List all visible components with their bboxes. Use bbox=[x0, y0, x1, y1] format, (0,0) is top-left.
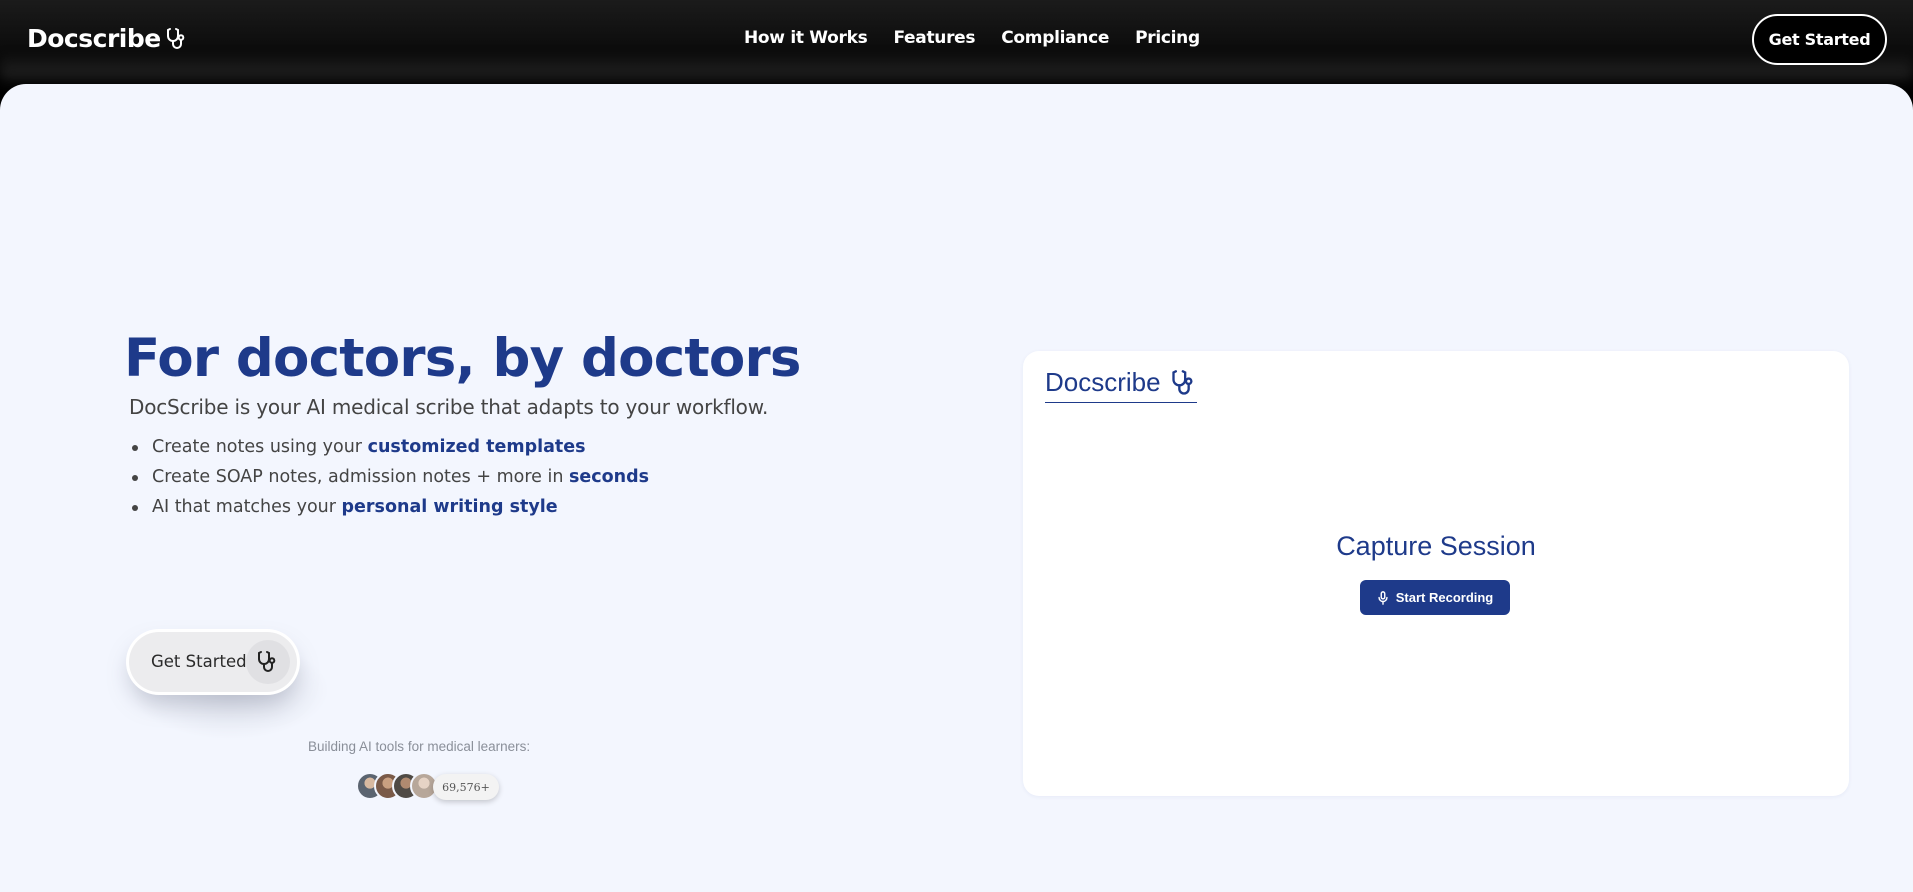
user-count-badge: 69,576+ bbox=[433, 774, 499, 800]
nav-links: How it Works Features Compliance Pricing bbox=[744, 28, 1200, 48]
nav-link-how-it-works[interactable]: How it Works bbox=[744, 28, 868, 48]
nav-link-pricing[interactable]: Pricing bbox=[1135, 28, 1200, 48]
feature-text: Create notes using your bbox=[152, 437, 368, 457]
feature-item: AI that matches your personal writing st… bbox=[131, 496, 649, 526]
feature-highlight: customized templates bbox=[367, 437, 586, 457]
nav-link-compliance[interactable]: Compliance bbox=[1001, 28, 1109, 48]
card-brand-name: Docscribe bbox=[1045, 367, 1161, 397]
brand-logo[interactable]: Docscribe bbox=[27, 24, 188, 53]
feature-highlight: seconds bbox=[568, 467, 650, 487]
start-recording-label: Start Recording bbox=[1395, 590, 1494, 605]
microphone-icon bbox=[1378, 590, 1388, 605]
stethoscope-icon bbox=[246, 640, 290, 684]
nav-get-started-button[interactable]: Get Started bbox=[1752, 14, 1887, 65]
avatar-stack bbox=[356, 772, 438, 800]
hero-get-started-button[interactable]: Get Started bbox=[129, 632, 297, 692]
card-brand-logo: Docscribe bbox=[1045, 367, 1197, 403]
social-proof-caption: Building AI tools for medical learners: bbox=[308, 739, 531, 754]
feature-highlight: personal writing style bbox=[341, 497, 558, 517]
navbar-fade bbox=[0, 54, 1913, 84]
hero-title: For doctors, by doctors bbox=[124, 328, 801, 389]
stethoscope-icon bbox=[1171, 369, 1193, 395]
hero-subtitle: DocScribe is your AI medical scribe that… bbox=[129, 395, 769, 419]
feature-item: Create SOAP notes, admission notes + mor… bbox=[131, 466, 650, 496]
capture-session-title: Capture Session bbox=[1336, 531, 1536, 561]
stethoscope-icon bbox=[166, 27, 185, 49]
brand-name: Docscribe bbox=[27, 24, 161, 53]
top-navbar: Docscribe How it Works Features Complian… bbox=[0, 0, 1913, 84]
feature-text: AI that matches your bbox=[152, 497, 342, 517]
feature-text: Create SOAP notes, admission notes + mor… bbox=[152, 467, 569, 487]
hero-cta-label: Get Started bbox=[151, 652, 247, 671]
feature-list: Create notes using your customized templ… bbox=[131, 436, 650, 526]
start-recording-button[interactable]: Start Recording bbox=[1360, 580, 1510, 615]
nav-link-features[interactable]: Features bbox=[893, 28, 975, 48]
app-preview-card: Docscribe Capture Session Start Recordin… bbox=[1023, 351, 1849, 796]
feature-item: Create notes using your customized templ… bbox=[131, 436, 649, 466]
